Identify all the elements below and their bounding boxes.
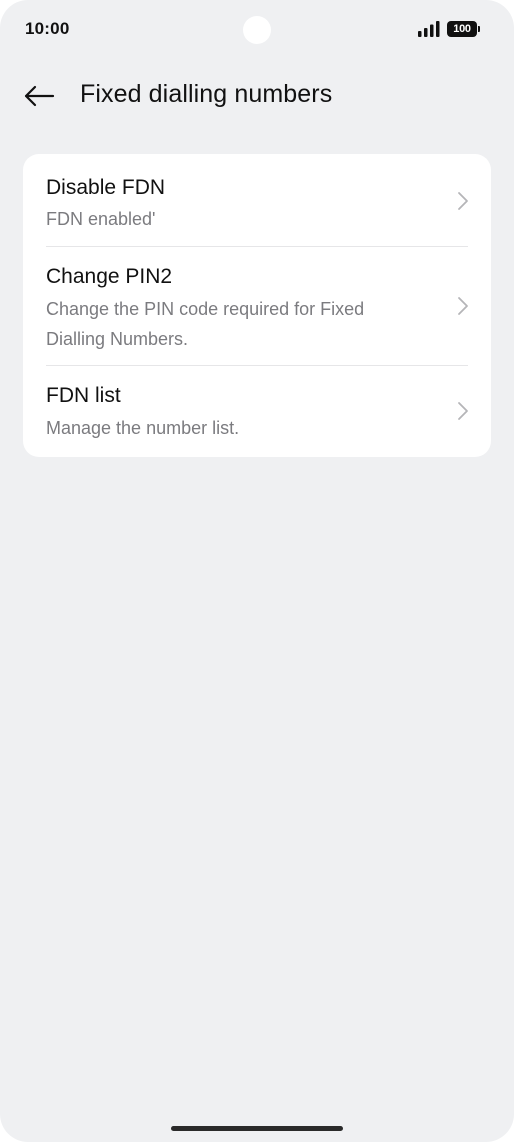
settings-card: Disable FDN FDN enabled' Change PIN2 Cha… [23,154,491,457]
disable-fdn-subtitle: FDN enabled' [46,209,156,229]
change-pin2-title: Change PIN2 [46,265,173,288]
disable-fdn-title: Disable FDN [46,176,166,199]
back-button[interactable] [14,74,64,118]
back-arrow-icon [24,85,55,107]
battery-icon: 100 [447,21,481,37]
battery-level: 100 [447,21,477,37]
fdn-list-subtitle: Manage the number list. [46,418,240,438]
change-pin2-item[interactable]: Change PIN2 Change the PIN code required… [23,247,491,365]
status-time: 10:00 [25,19,70,38]
change-pin2-subtitle: Change the PIN code required for Fixed D… [46,299,365,349]
screen: 10:00 100 Fixed dialling numbers Disable… [0,0,514,1142]
fdn-list-item[interactable]: FDN list Manage the number list. [23,366,491,457]
disable-fdn-item[interactable]: Disable FDN FDN enabled' [23,154,491,246]
header: Fixed dialling numbers [0,70,514,122]
chevron-right-icon [458,402,468,420]
signal-icon [418,21,440,37]
chevron-right-icon [458,192,468,210]
status-bar: 10:00 100 [0,0,514,60]
fdn-list-title: FDN list [46,384,121,407]
battery-tip [478,26,480,32]
camera-cutout [243,16,271,44]
page-title: Fixed dialling numbers [80,80,333,108]
chevron-right-icon [458,297,468,315]
home-indicator[interactable] [171,1126,343,1131]
